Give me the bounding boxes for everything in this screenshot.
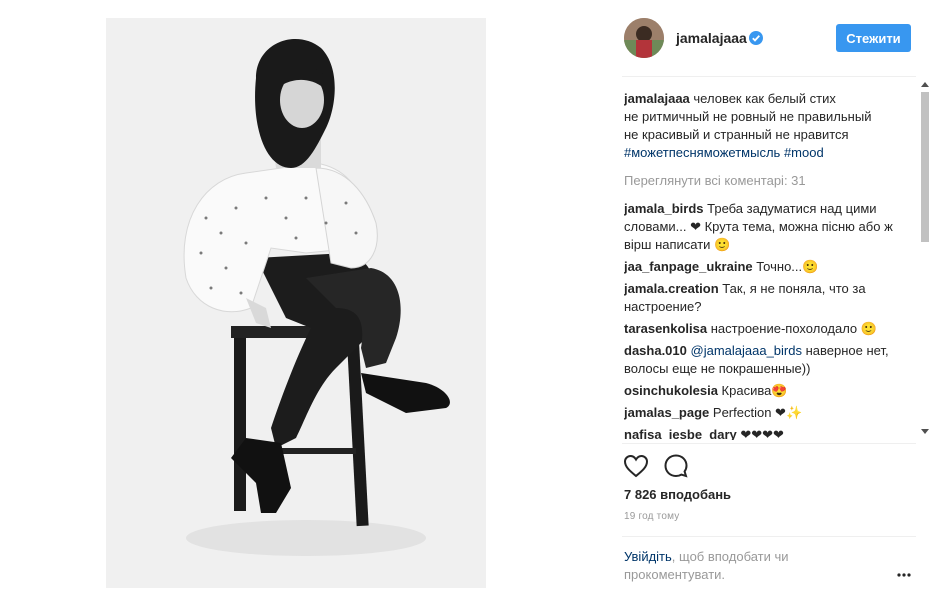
login-prompt: Увійдіть, щоб вподобати чи прокоментуват… [624, 548, 884, 584]
comments-scrollbar[interactable] [919, 78, 931, 438]
comment: jamala.creation Так, я не поняла, что за… [624, 280, 914, 316]
comment: tarasenkolisa настроение-похолодало 🙂 [624, 320, 914, 338]
comment-author[interactable]: tarasenkolisa [624, 321, 707, 336]
comment-author[interactable]: jamalas_page [624, 405, 709, 420]
hashtag-link[interactable]: #mood [784, 145, 824, 160]
view-all-comments-link[interactable]: Переглянути всі коментарі: 31 [624, 172, 914, 190]
comment-bubble-icon[interactable] [662, 452, 690, 480]
comment-author[interactable]: jamala.creation [624, 281, 719, 296]
scroll-up-icon[interactable] [921, 82, 929, 87]
likes-count[interactable]: 7 826 вподобань [624, 487, 731, 502]
comment-author[interactable]: osinchukolesia [624, 383, 718, 398]
comment: jamalas_page Perfection ❤✨ [624, 404, 914, 422]
scroll-down-icon[interactable] [921, 429, 929, 434]
post-timestamp[interactable]: 19 год тому [624, 511, 680, 522]
comment-text: Красива😍 [721, 383, 788, 398]
avatar[interactable] [624, 18, 664, 58]
scroll-thumb[interactable] [921, 92, 929, 242]
footer-divider [622, 536, 916, 537]
verified-badge-icon [749, 31, 763, 45]
comment: osinchukolesia Красива😍 [624, 382, 914, 400]
comment: jamala_birds Треба задуматися над цими с… [624, 200, 914, 254]
username[interactable]: jamalajaaa [676, 30, 747, 46]
comment: jaa_fanpage_ukraine Точно...🙂 [624, 258, 914, 276]
comment-author[interactable]: jamala_birds [624, 201, 704, 216]
caption: jamalajaaa человек как белый стих не рит… [624, 90, 914, 162]
mention-link[interactable]: @jamalajaaa_birds [691, 343, 802, 358]
post-photo[interactable] [106, 18, 486, 588]
caption-line: человек как белый стих [693, 91, 836, 106]
post-actions [622, 452, 742, 480]
login-link[interactable]: Увійдіть [624, 549, 672, 564]
heart-icon[interactable] [622, 452, 650, 480]
hashtag-link[interactable]: #можетпесняможетмысль [624, 145, 780, 160]
comment-author[interactable]: dasha.010 [624, 343, 687, 358]
comment-text: Perfection ❤✨ [712, 405, 803, 420]
comment-author[interactable]: nafisa_iesbe_dary [624, 427, 737, 440]
follow-button[interactable]: Стежити [836, 24, 911, 52]
caption-author[interactable]: jamalajaaa [624, 91, 690, 106]
comment-text: ❤❤❤❤ [740, 427, 784, 440]
comment-text: Точно...🙂 [756, 259, 819, 274]
caption-line: не красивый и странный не нравится [624, 127, 849, 142]
comments-list[interactable]: jamalajaaa человек как белый стих не рит… [624, 90, 914, 440]
comment-text: настроение-похолодало 🙂 [710, 321, 877, 336]
header-divider [622, 76, 916, 77]
post-header: jamalajaaa Стежити [624, 18, 914, 63]
caption-line: не ритмичный не ровный не правильный [624, 109, 872, 124]
comment: nafisa_iesbe_dary ❤❤❤❤ [624, 426, 914, 440]
comment-author[interactable]: jaa_fanpage_ukraine [624, 259, 753, 274]
comments-divider [622, 443, 916, 444]
more-dots-icon[interactable] [896, 566, 912, 577]
comment: dasha.010 @jamalajaaa_birds наверное нет… [624, 342, 914, 378]
